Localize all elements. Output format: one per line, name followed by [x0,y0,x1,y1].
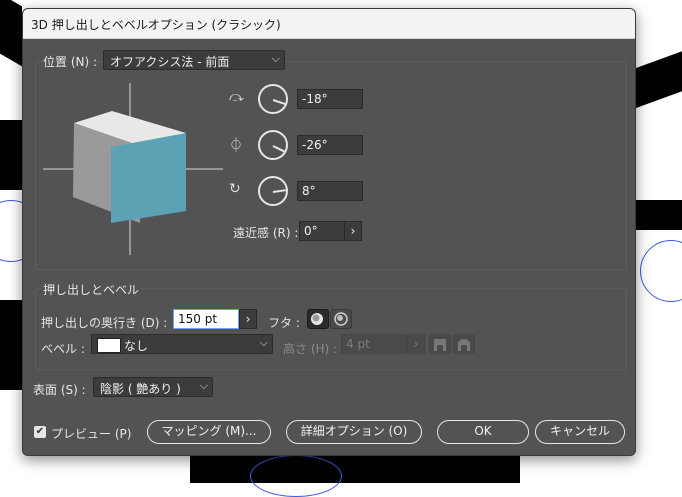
dial-needle [272,189,287,193]
rotate-z-field[interactable]: 8° [297,181,363,201]
rotate-y-icon: ⏀ [229,138,243,154]
rotate-x-field[interactable]: -18° [297,89,363,109]
surface-value: 陰影 ( 艶あり ) [100,382,181,396]
position-label: 位置 (N) : [43,55,98,69]
dial-needle [272,145,286,153]
height-field[interactable]: 4 pt [341,334,407,354]
cancel-button[interactable]: キャンセル [535,420,625,444]
more-options-button[interactable]: 詳細オプション (O) [286,420,422,444]
bevel-out-button[interactable] [429,334,451,354]
title-bar: 3D 押し出しとベベルオプション (クラシック) [23,9,635,39]
position-preset-select[interactable]: オフアクシス法 - 前面 ⌵ [103,50,285,70]
bevel-in-icon [458,339,470,351]
preview-label: プレビュー (P) [51,427,132,441]
extrude-bevel-dialog: 3D 押し出しとベベルオプション (クラシック) 位置 (N) : オフアクシス… [22,8,636,456]
artwork-shape [634,200,682,230]
cap-off-button[interactable] [330,309,352,329]
chevron-down-icon: ⌵ [259,336,268,349]
height-value: 4 pt [346,337,370,351]
rotate-x-icon: ⤼ [229,89,244,105]
rotate-x-dial[interactable] [258,84,288,114]
cap-on-icon [311,313,323,325]
artwork-guide [250,455,342,497]
extrude-section-label: 押し出しとベベル [41,281,142,298]
bevel-select[interactable]: なし ⌵ [91,334,273,354]
mapping-button[interactable]: マッピング (M)... [147,420,271,444]
dial-needle [272,99,286,105]
perspective-label: 遠近感 (R) : [233,226,299,240]
surface-label: 表面 (S) : [33,383,86,397]
cap-label: フタ : [268,316,300,330]
surface-select[interactable]: 陰影 ( 艶あり ) ⌵ [93,377,213,397]
artwork-shape [0,300,22,390]
rotate-y-value: -26° [302,138,328,152]
bevel-label: ベベル : [41,342,85,356]
chevron-down-icon: ⌵ [271,52,280,65]
height-arrow-button[interactable]: › [407,334,425,354]
rotate-x-value: -18° [302,92,328,106]
depth-arrow-button[interactable]: › [239,309,257,329]
depth-label: 押し出しの奥行き (D) : [41,316,168,330]
bevel-out-icon [434,339,446,351]
cap-on-button[interactable] [307,309,329,329]
window-title: 3D 押し出しとベベルオプション (クラシック) [31,18,281,32]
position-preset-value: オフアクシス法 - 前面 [110,55,230,69]
perspective-field[interactable]: 0° [299,221,345,241]
chevron-down-icon: ⌵ [199,379,208,392]
rotate-y-dial[interactable] [258,130,288,160]
artwork-guide [640,240,682,302]
cap-off-icon [334,312,348,326]
artwork-shape [0,120,22,190]
bevel-in-button[interactable] [453,334,475,354]
cube-front [111,133,186,223]
bevel-swatch [97,338,121,353]
cube-preview[interactable] [43,83,223,255]
rotate-y-field[interactable]: -26° [297,135,363,155]
preview-checkbox[interactable]: ✔ [34,426,46,438]
bevel-value: なし [124,339,149,353]
perspective-value: 0° [304,224,318,238]
ok-button[interactable]: OK [437,420,529,444]
depth-value: 150 pt [178,312,218,326]
artwork-shape [190,454,520,483]
artwork-shape [634,51,682,109]
rotate-z-dial[interactable] [258,176,288,206]
rotate-z-value: 8° [302,184,316,198]
artwork-shape [0,0,22,67]
height-label: 高さ (H) : [283,342,338,356]
depth-field[interactable]: 150 pt [173,309,239,329]
perspective-arrow-button[interactable]: › [344,221,362,241]
rotate-z-icon: ↻ [229,181,241,197]
